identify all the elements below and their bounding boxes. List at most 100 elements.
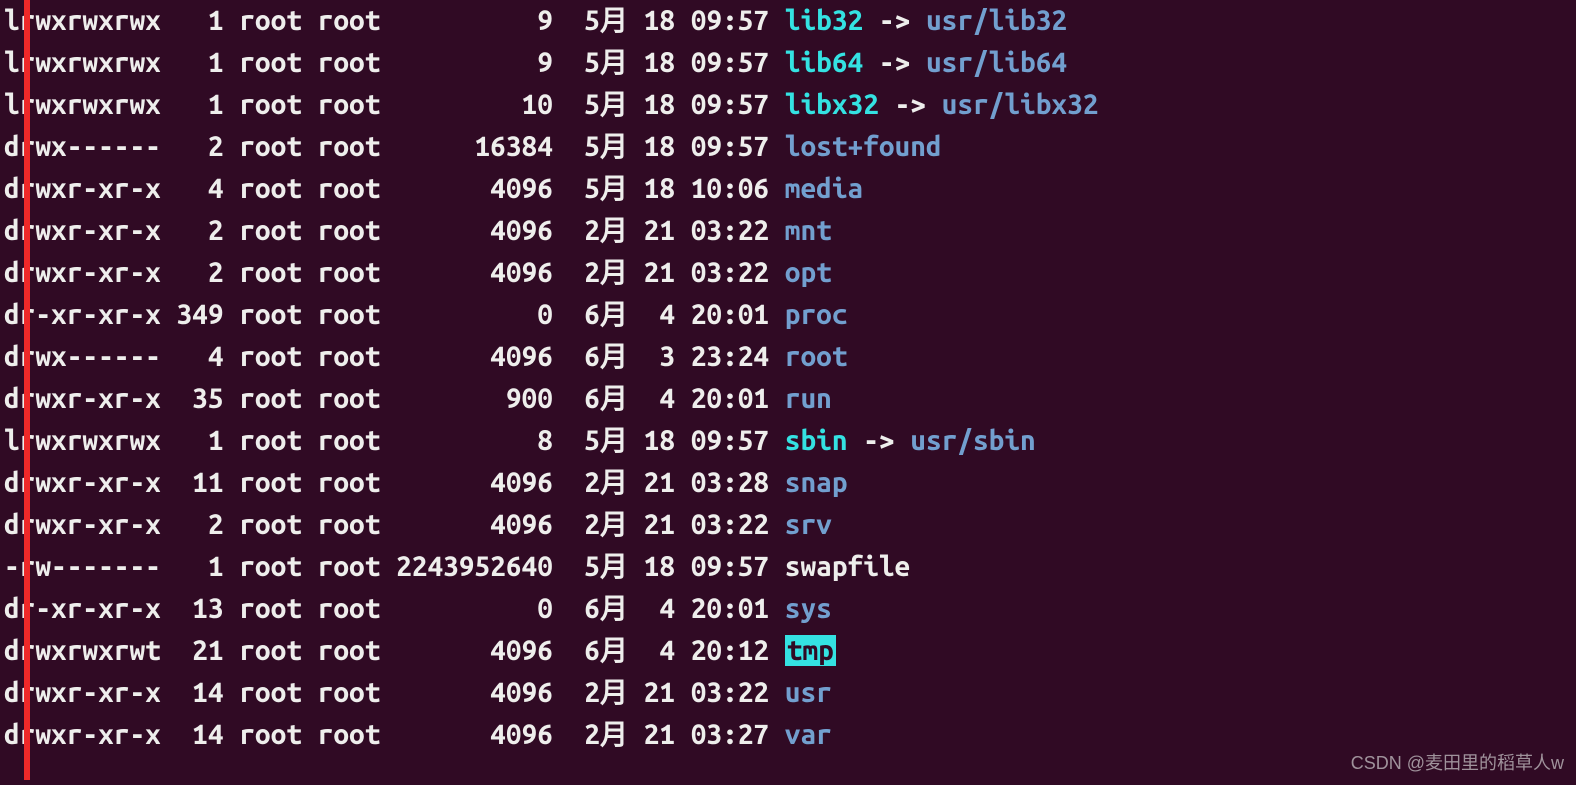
month: 5月 — [584, 131, 628, 162]
month: 6月 — [584, 299, 628, 330]
group: root — [318, 5, 381, 36]
file-name: libx32 — [785, 89, 879, 120]
owner: root — [239, 509, 302, 540]
symlink-arrow: -> — [879, 5, 910, 36]
group: root — [318, 215, 381, 246]
time: 09:57 — [691, 89, 769, 120]
day: 18 — [644, 131, 675, 162]
terminal-output[interactable]: lrwxrwxrwx 1 root root 9 5月 18 09:57 lib… — [0, 0, 1576, 756]
size: 4096 — [396, 677, 553, 708]
time: 09:57 — [691, 5, 769, 36]
group: root — [318, 89, 381, 120]
link-count: 2 — [177, 509, 224, 540]
group: root — [318, 425, 381, 456]
size: 4096 — [396, 635, 553, 666]
month: 6月 — [584, 341, 628, 372]
time: 09:57 — [691, 47, 769, 78]
time: 23:24 — [691, 341, 769, 372]
month: 6月 — [584, 383, 628, 414]
group: root — [318, 47, 381, 78]
owner: root — [239, 383, 302, 414]
ls-row: drwxr-xr-x 11 root root 4096 2月 21 03:28… — [4, 462, 1572, 504]
day: 3 — [644, 341, 675, 372]
link-count: 4 — [177, 173, 224, 204]
group: root — [318, 593, 381, 624]
time: 09:57 — [691, 425, 769, 456]
time: 20:01 — [691, 383, 769, 414]
size: 9 — [396, 5, 553, 36]
size: 10 — [396, 89, 553, 120]
owner: root — [239, 215, 302, 246]
link-count: 13 — [177, 593, 224, 624]
group: root — [318, 677, 381, 708]
link-count: 1 — [177, 5, 224, 36]
time: 09:57 — [691, 131, 769, 162]
group: root — [318, 173, 381, 204]
link-count: 1 — [177, 551, 224, 582]
day: 21 — [644, 215, 675, 246]
watermark-text: CSDN @麦田里的稻草人w — [1351, 750, 1564, 777]
link-count: 2 — [177, 257, 224, 288]
group: root — [318, 635, 381, 666]
group: root — [318, 467, 381, 498]
size: 0 — [396, 299, 553, 330]
file-name: srv — [785, 509, 832, 540]
group: root — [318, 383, 381, 414]
time: 10:06 — [691, 173, 769, 204]
file-name: snap — [785, 467, 848, 498]
ls-row: lrwxrwxrwx 1 root root 9 5月 18 09:57 lib… — [4, 0, 1572, 42]
ls-row: drwxr-xr-x 35 root root 900 6月 4 20:01 r… — [4, 378, 1572, 420]
day: 18 — [644, 5, 675, 36]
owner: root — [239, 5, 302, 36]
group: root — [318, 509, 381, 540]
size: 9 — [396, 47, 553, 78]
symlink-target: usr/libx32 — [942, 89, 1099, 120]
file-name: mnt — [785, 215, 832, 246]
symlink-arrow: -> — [863, 425, 894, 456]
owner: root — [239, 467, 302, 498]
day: 21 — [644, 467, 675, 498]
size: 4096 — [396, 509, 553, 540]
link-count: 1 — [177, 89, 224, 120]
month: 6月 — [584, 593, 628, 624]
day: 21 — [644, 677, 675, 708]
file-name: usr — [785, 677, 832, 708]
time: 03:22 — [691, 677, 769, 708]
owner: root — [239, 551, 302, 582]
link-count: 14 — [177, 719, 224, 750]
file-name: sys — [785, 593, 832, 624]
group: root — [318, 299, 381, 330]
link-count: 2 — [177, 215, 224, 246]
ls-row: lrwxrwxrwx 1 root root 10 5月 18 09:57 li… — [4, 84, 1572, 126]
symlink-target: usr/lib64 — [926, 47, 1067, 78]
day: 18 — [644, 47, 675, 78]
month: 5月 — [584, 47, 628, 78]
time: 03:22 — [691, 509, 769, 540]
month: 5月 — [584, 89, 628, 120]
ls-row: drwxr-xr-x 14 root root 4096 2月 21 03:27… — [4, 714, 1572, 756]
size: 4096 — [396, 719, 553, 750]
size: 2243952640 — [396, 551, 553, 582]
month: 6月 — [584, 635, 628, 666]
day: 18 — [644, 89, 675, 120]
day: 18 — [644, 425, 675, 456]
ls-row: drwxrwxrwt 21 root root 4096 6月 4 20:12 … — [4, 630, 1572, 672]
owner: root — [239, 719, 302, 750]
file-name: lost+found — [785, 131, 942, 162]
ls-row: lrwxrwxrwx 1 root root 8 5月 18 09:57 sbi… — [4, 420, 1572, 462]
size: 4096 — [396, 257, 553, 288]
size: 4096 — [396, 341, 553, 372]
month: 2月 — [584, 509, 628, 540]
owner: root — [239, 677, 302, 708]
ls-row: drwxr-xr-x 14 root root 4096 2月 21 03:22… — [4, 672, 1572, 714]
size: 0 — [396, 593, 553, 624]
link-count: 349 — [177, 299, 224, 330]
time: 03:22 — [691, 257, 769, 288]
day: 18 — [644, 173, 675, 204]
ls-row: -rw------- 1 root root 2243952640 5月 18 … — [4, 546, 1572, 588]
size: 16384 — [396, 131, 553, 162]
ls-row: drwxr-xr-x 4 root root 4096 5月 18 10:06 … — [4, 168, 1572, 210]
time: 03:27 — [691, 719, 769, 750]
link-count: 21 — [177, 635, 224, 666]
month: 2月 — [584, 257, 628, 288]
